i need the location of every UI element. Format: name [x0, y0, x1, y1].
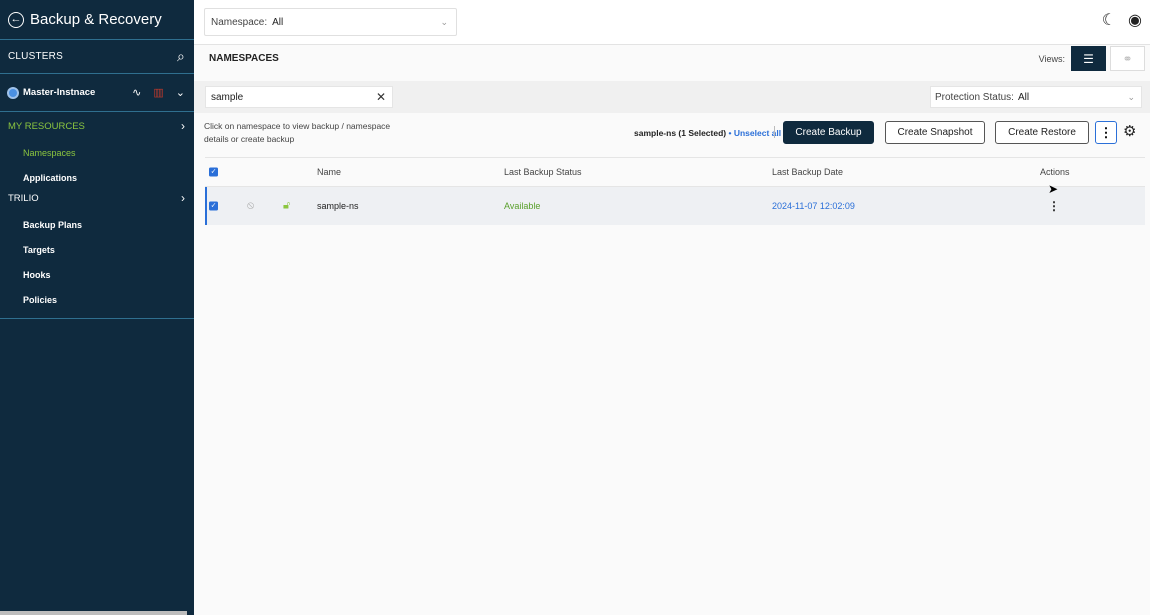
cluster-status-dot — [9, 88, 17, 97]
sidebar-section-my-resources[interactable]: MY RESOURCES › — [0, 112, 194, 140]
activity-icon[interactable]: ∿ — [132, 86, 141, 99]
sidebar-item-namespaces[interactable]: Namespaces — [0, 140, 194, 165]
views-toggle: Views: ☰ ⚭ — [1039, 46, 1145, 71]
table-row[interactable]: ✓ ⦸ 🔓︎ sample-ns Available 2024-11-07 12… — [205, 187, 1145, 225]
sidebar-item-hooks[interactable]: Hooks — [0, 262, 194, 287]
gear-icon[interactable]: ⚙ — [1123, 122, 1136, 140]
page-title: NAMESPACES — [209, 53, 279, 64]
create-restore-button[interactable]: Create Restore — [995, 121, 1089, 144]
search-value: sample — [211, 91, 244, 103]
row-status: Available — [504, 201, 541, 211]
chevron-right-icon: › — [181, 119, 185, 133]
views-label: Views: — [1038, 53, 1065, 64]
search-input[interactable]: sample ✕ — [205, 86, 393, 108]
chevron-down-icon: ⌄ — [1127, 91, 1135, 102]
search-icon[interactable]: ⌕ — [177, 48, 185, 65]
cluster-name: Master-Instnace — [23, 87, 96, 98]
protection-status-select[interactable]: Protection Status: All ⌄ — [930, 86, 1142, 108]
top-bar: Namespace: All ⌄ ☾ ◉ — [194, 0, 1150, 45]
protection-status-value: All — [1017, 91, 1030, 103]
sidebar-item-policies[interactable]: Policies — [0, 287, 194, 312]
clusters-label: CLUSTERS — [8, 51, 63, 62]
chevron-down-icon[interactable]: ⌄ — [176, 86, 185, 99]
my-resources-label: MY RESOURCES — [8, 120, 85, 132]
selected-count: sample-ns (1 Selected) — [634, 128, 727, 138]
user-icon[interactable]: ◉ — [1128, 10, 1142, 30]
row-name[interactable]: sample-ns — [317, 201, 359, 211]
sidebar-header: ← Backup & Recovery — [0, 0, 194, 40]
namespaces-header: NAMESPACES Views: ☰ ⚭ — [194, 45, 1150, 79]
sidebar-divider — [0, 318, 194, 319]
table-header: ✓ Name Last Backup Status Last Backup Da… — [205, 157, 1145, 187]
sidebar-item-targets[interactable]: Targets — [0, 237, 194, 262]
namespace-value: All — [272, 16, 284, 28]
moon-icon[interactable]: ☾ — [1102, 10, 1116, 30]
header-date[interactable]: Last Backup Date — [772, 167, 843, 177]
app-title: Backup & Recovery — [30, 11, 162, 28]
graph-view-icon[interactable]: ⚭ — [1110, 46, 1145, 71]
action-row: Click on namespace to view backup / name… — [194, 117, 1150, 151]
header-name[interactable]: Name — [317, 167, 341, 177]
chevron-right-icon: › — [181, 191, 185, 205]
list-view-icon[interactable]: ☰ — [1071, 46, 1106, 71]
sidebar-section-trilio[interactable]: TRILIO › — [0, 184, 194, 212]
create-snapshot-button[interactable]: Create Snapshot — [885, 121, 985, 144]
row-kebab-icon[interactable]: ⋮ — [1048, 199, 1060, 213]
top-icons: ☾ ◉ — [1102, 10, 1142, 30]
sidebar-scrollbar[interactable] — [0, 611, 187, 615]
namespace-select[interactable]: Namespace: All ⌄ — [204, 8, 457, 36]
header-status[interactable]: Last Backup Status — [504, 167, 582, 177]
unprotected-icon: ⦸ — [247, 199, 255, 212]
namespaces-table: ✓ Name Last Backup Status Last Backup Da… — [205, 157, 1145, 225]
row-date[interactable]: 2024-11-07 12:02:09 — [772, 201, 855, 211]
row-checkbox[interactable]: ✓ — [209, 201, 218, 211]
clusters-header: CLUSTERS ⌕ — [0, 40, 194, 74]
dashboard-icon[interactable]: ▥ — [153, 86, 163, 99]
select-all-checkbox[interactable]: ✓ — [209, 167, 218, 177]
chevron-down-icon: ⌄ — [440, 16, 448, 27]
namespace-label: Namespace: — [211, 16, 268, 28]
more-actions-icon[interactable]: ⋮ — [1095, 121, 1117, 144]
filter-row: sample ✕ Protection Status: All ⌄ — [194, 81, 1150, 113]
lock-icon: 🔓︎ — [283, 199, 291, 212]
divider — [774, 126, 775, 138]
sidebar: ← Backup & Recovery CLUSTERS ⌕ Master-In… — [0, 0, 194, 615]
hint-text: Click on namespace to view backup / name… — [204, 121, 391, 144]
back-arrow-icon[interactable]: ← — [8, 11, 24, 28]
close-icon[interactable]: ✕ — [376, 90, 386, 104]
cluster-item[interactable]: Master-Instnace ∿ ▥ ⌄ — [0, 74, 194, 112]
trilio-label: TRILIO — [8, 192, 39, 204]
mouse-cursor-icon: ➤ — [1048, 182, 1059, 196]
header-actions: Actions — [1040, 167, 1070, 177]
selection-summary: sample-ns (1 Selected) • Unselect all — [634, 128, 781, 138]
protection-status-label: Protection Status: — [935, 91, 1014, 103]
create-backup-button[interactable]: Create Backup — [783, 121, 874, 144]
sidebar-item-backup-plans[interactable]: Backup Plans — [0, 212, 194, 237]
